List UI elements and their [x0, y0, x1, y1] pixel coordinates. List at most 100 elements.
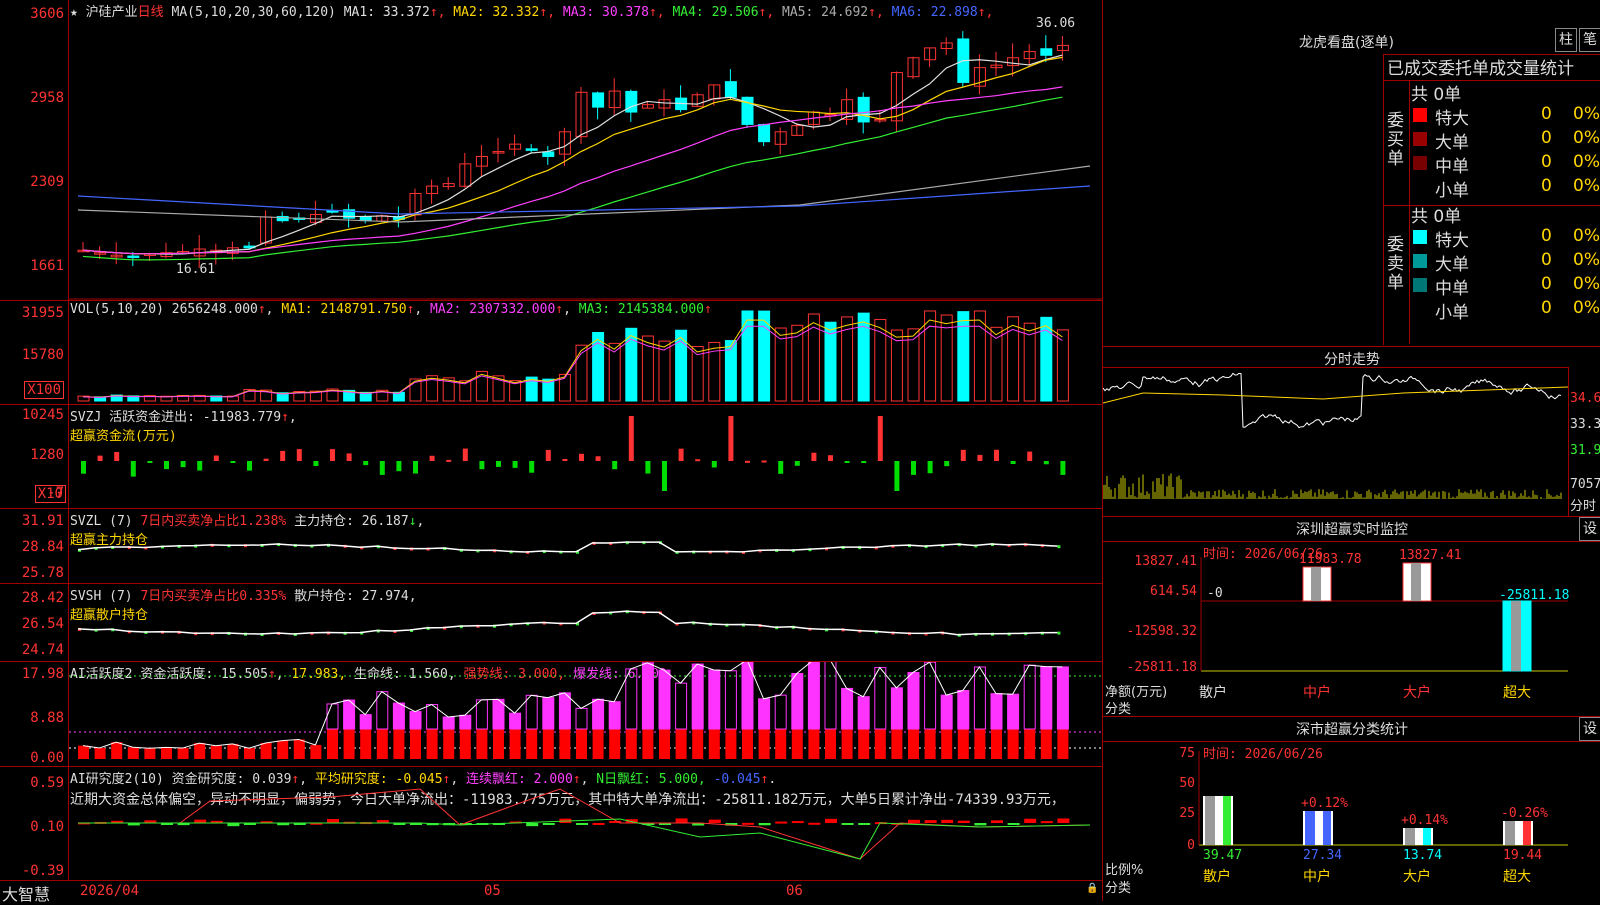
candle	[758, 124, 771, 143]
research-bar	[974, 823, 987, 826]
volume-panel[interactable]: 31955 15780 X100 VOL(5,10,20) 2656248.00…	[0, 300, 1102, 405]
flow-bar	[496, 461, 501, 467]
research-bar	[327, 818, 339, 823]
classify-panel[interactable]: 深市超赢分类统计 设 时间: 2026/06/26 75 50 25 0 39.47 散户…	[1102, 716, 1600, 901]
monitor-bar-shade	[1511, 601, 1521, 671]
activity-bar	[161, 747, 172, 759]
activity-bar-top	[542, 697, 555, 730]
monitor-category: 超大	[1503, 685, 1531, 701]
ai-research-panel[interactable]: 0.59 0.10 -0.39 AI研究度2(10) 资金研究度: 0.039↑…	[0, 766, 1102, 881]
activity-bar	[609, 729, 621, 759]
candle	[857, 96, 870, 123]
activity-bar-top	[1056, 666, 1069, 730]
hold-tick	[1057, 631, 1061, 635]
classify-bar-chart[interactable]: 75 50 25 0 39.47 散户 +0.12% 27.34 中户 +0.14% 13.74 大户…	[1103, 717, 1600, 901]
activity-bar	[410, 729, 421, 759]
monitor-bar-shade	[1311, 567, 1321, 601]
activity-bar	[775, 729, 787, 759]
intraday-chart[interactable]	[1103, 347, 1600, 517]
flow-bar	[960, 449, 966, 461]
svzl-panel[interactable]: 31.91 28.84 25.78 SVZL (7) 7日内买卖净占比1.238…	[0, 508, 1102, 584]
price-panel[interactable]: 3606 2958 2309 1661 ★ 沪硅产业日线 MA(5,10,20,…	[0, 0, 1102, 300]
classify-category: 散户	[1203, 868, 1231, 885]
monitor-y-label: -25811.18	[1127, 660, 1197, 675]
flow-bar	[1010, 461, 1016, 465]
retail-holding-chart[interactable]	[0, 584, 1102, 662]
flow-bar	[711, 461, 717, 468]
ma6-line	[77, 185, 1091, 215]
classify-bar-shade	[1405, 828, 1415, 845]
activity-bar	[343, 729, 355, 759]
flow-bar	[263, 458, 269, 461]
candlestick-chart[interactable]	[0, 0, 1102, 300]
flow-bar	[861, 461, 867, 463]
brand-logo: 大智慧	[2, 885, 51, 904]
ai-activity-chart[interactable]	[0, 662, 1102, 767]
chart-area[interactable]: 3606 2958 2309 1661 ★ 沪硅产业日线 MA(5,10,20,…	[0, 0, 1102, 904]
activity-bar-top	[940, 694, 953, 730]
activity-bar	[194, 743, 206, 759]
svzj-panel[interactable]: 10245 1280 -7 X10 SVZJ 活跃资金进出: -11983.77…	[0, 404, 1102, 509]
activity-bar	[559, 729, 571, 759]
monitor-y-label: 614.54	[1150, 584, 1197, 599]
research-bar	[742, 822, 754, 825]
ai-activity-panel[interactable]: 17.98 8.88 0.00 AI活跃度2 资金活跃度: 15.505↑, 1…	[0, 661, 1102, 767]
activity-bar	[991, 729, 1002, 759]
monitor-category: 大户	[1403, 684, 1431, 701]
activity-bar	[277, 740, 289, 759]
tick-view-button[interactable]: 笔	[1579, 28, 1600, 52]
lock-icon[interactable]: 🔒	[1086, 883, 1098, 894]
flow-bar	[877, 416, 883, 461]
bar-view-button[interactable]: 柱	[1555, 28, 1577, 52]
activity-bar	[327, 729, 338, 759]
activity-bar	[443, 729, 455, 759]
intraday-panel[interactable]: 分时走势 34.65 33.31 31.97 70578 分时	[1102, 346, 1600, 517]
activity-bar	[576, 729, 587, 759]
activity-bar	[625, 729, 637, 759]
activity-bar-top	[1007, 693, 1020, 730]
ai-research-chart[interactable]	[0, 767, 1102, 881]
flow-bar	[379, 461, 385, 475]
activity-bar	[791, 729, 803, 759]
classify-value: 27.34	[1303, 848, 1342, 863]
activity-bar	[742, 729, 753, 759]
activity-bar	[692, 729, 704, 759]
sell-row: 小单 0 0%	[1411, 298, 1600, 323]
fund-flow-chart[interactable]	[0, 405, 1102, 509]
activity-bar-top	[459, 714, 472, 730]
classify-category: 中户	[1303, 868, 1331, 885]
flow-bar	[330, 449, 335, 461]
volume-chart[interactable]	[0, 301, 1102, 405]
activity-bar	[874, 729, 886, 759]
monitor-y-label: 13827.41	[1134, 554, 1197, 569]
activity-bar	[592, 729, 604, 759]
flow-bar	[579, 453, 584, 461]
activity-bar-top	[691, 663, 704, 730]
main-holding-chart[interactable]	[0, 509, 1102, 584]
flow-bar	[346, 453, 352, 461]
vol-ma1	[82, 319, 1063, 398]
classify-y-label: 25	[1179, 806, 1195, 821]
flow-bar	[213, 455, 219, 461]
flow-bar	[280, 450, 286, 461]
flow-bar	[313, 461, 319, 467]
buy-label: 委买单	[1387, 111, 1404, 169]
flow-bar	[413, 461, 418, 474]
activity-bar	[310, 744, 322, 759]
classify-bar-accent	[1223, 796, 1231, 845]
flow-bar	[429, 455, 435, 461]
activity-bar-top	[575, 707, 588, 730]
flow-bar	[197, 461, 203, 471]
research-bar	[808, 822, 821, 825]
dragon-tiger-panel[interactable]: 龙虎看盘(逐单) 柱 笔 已成交委托单成交量统计 委买单 委卖单 共 0单 特大 0…	[1102, 0, 1600, 346]
research-bar	[908, 819, 920, 823]
monitor-panel[interactable]: 深圳超赢实时监控 设 时间: 2026/06/26 13827.41 614.54…	[1102, 516, 1600, 717]
flow-bar	[97, 455, 103, 461]
svsh-panel[interactable]: 28.42 26.54 24.74 SVSH (7) 7日内买卖净占比0.335…	[0, 583, 1102, 662]
research-bar	[791, 821, 804, 824]
sell-row: 特大 0 0%	[1411, 226, 1600, 251]
activity-bar	[227, 743, 239, 759]
monitor-bar-chart[interactable]: 13827.41 614.54 -12598.32 -25811.18 -0 散户 1198…	[1103, 517, 1600, 717]
activity-bar	[841, 729, 853, 759]
activity-bar-top	[741, 662, 754, 730]
